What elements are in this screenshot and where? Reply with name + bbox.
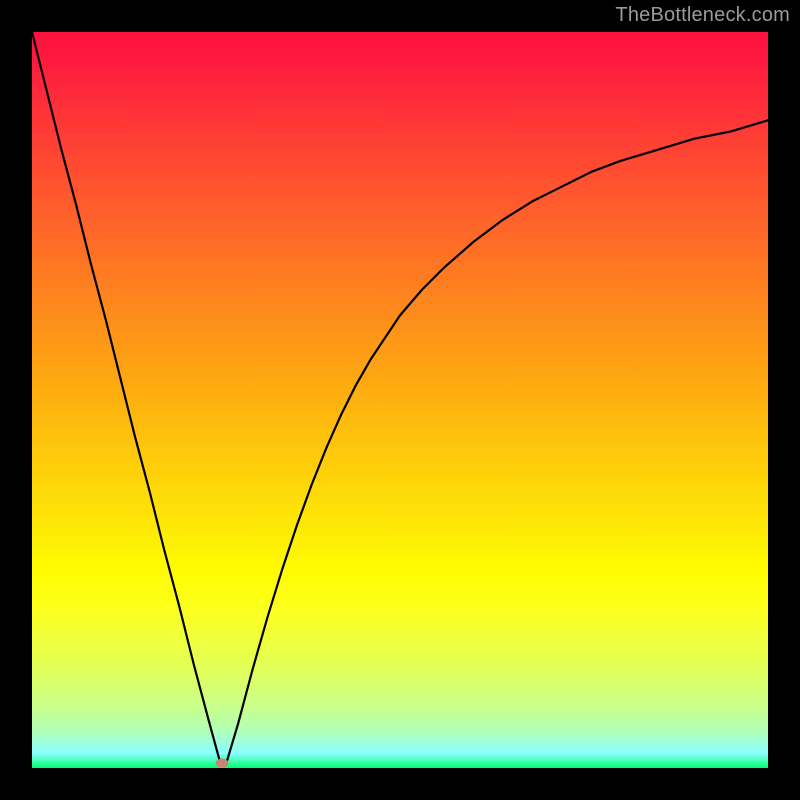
chart-stage: TheBottleneck.com (0, 0, 800, 800)
plot-area (32, 32, 768, 768)
bottleneck-curve (32, 32, 768, 768)
optimum-marker (215, 758, 228, 767)
watermark-text: TheBottleneck.com (615, 4, 790, 27)
